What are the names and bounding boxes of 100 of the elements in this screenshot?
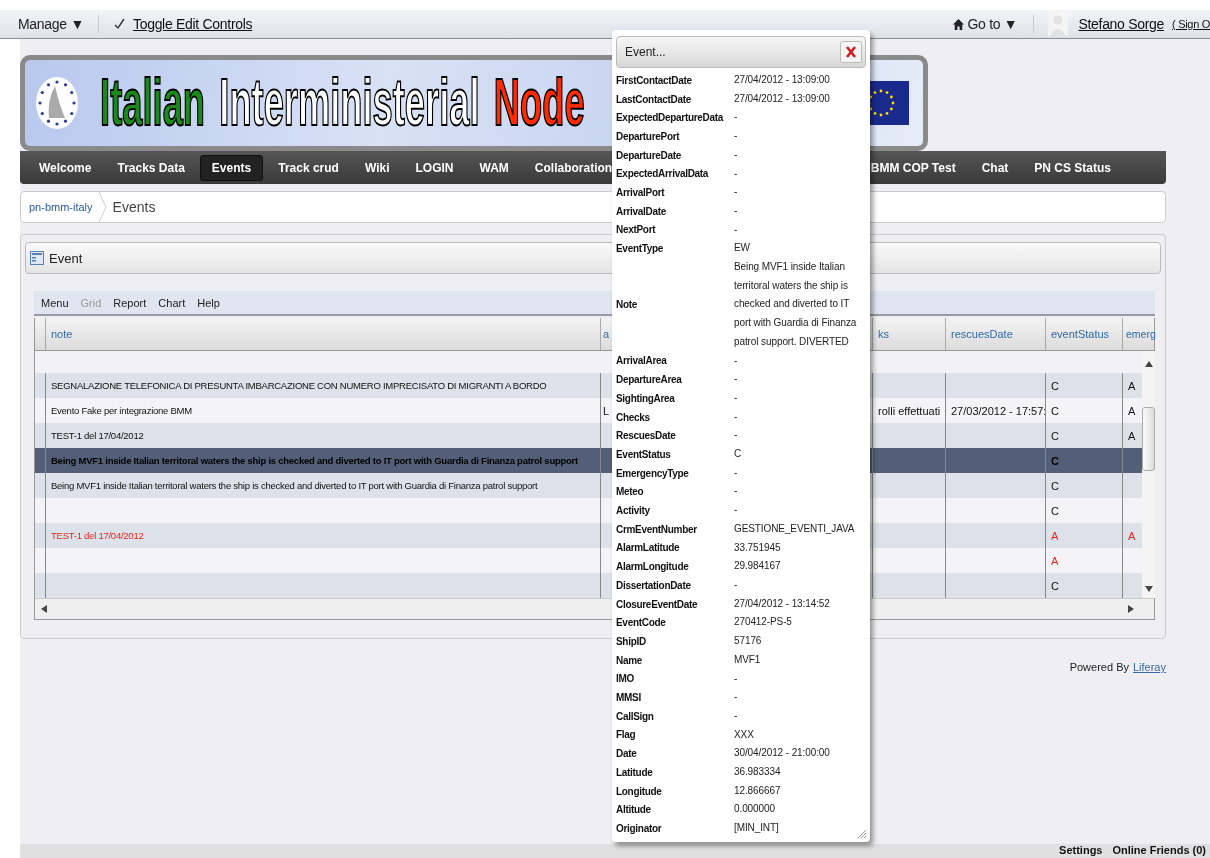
table-cell: 27/03/2012 - 17:57: bbox=[951, 404, 1045, 417]
nav-item[interactable]: Welcome bbox=[28, 155, 103, 180]
banner-title-word: Italian bbox=[99, 64, 206, 142]
toolbar-menu-item[interactable]: Help bbox=[197, 296, 220, 309]
table-cell: Being MVF1 inside Italian territoral waters the ship is checked and diverted to IT port with Guardia di Finanza patrol support bbox=[51, 455, 578, 466]
field-label: EventCode bbox=[616, 617, 667, 629]
field-label: ShipID bbox=[616, 635, 647, 647]
field-value: 12.866667 bbox=[734, 783, 782, 798]
table-cell: A bbox=[1128, 429, 1136, 442]
vertical-scrollbar[interactable] bbox=[1142, 351, 1155, 598]
go-to-menu[interactable]: Go to ▼ bbox=[967, 16, 1018, 32]
field-value: - bbox=[734, 578, 739, 592]
column-header[interactable]: rescuesDate bbox=[945, 318, 1045, 350]
nav-item[interactable]: PN CS Status bbox=[1023, 155, 1122, 180]
field-label: CrmEventNumber bbox=[616, 523, 698, 535]
field-value: [MIN_INT] bbox=[734, 821, 780, 836]
field-label: ClosureEventDate bbox=[616, 598, 699, 610]
breadcrumb-link[interactable]: pn-bmm-italy bbox=[29, 201, 93, 213]
user-name-link[interactable]: Stefano Sorge bbox=[1078, 16, 1165, 32]
sign-out-link[interactable]: ( Sign O bbox=[1172, 18, 1210, 30]
column-header[interactable]: ks bbox=[872, 318, 945, 350]
table-cell: Evento Fake per integrazione BMM bbox=[51, 405, 192, 416]
dock-button[interactable]: Settings bbox=[1059, 844, 1103, 858]
field-value: 27/04/2012 - 13:09:00 bbox=[734, 73, 831, 87]
close-button[interactable] bbox=[840, 41, 862, 63]
scroll-up-arrow-icon[interactable] bbox=[1144, 361, 1153, 367]
column-header[interactable]: emerg bbox=[1122, 318, 1156, 350]
nav-item[interactable]: Events bbox=[199, 154, 264, 181]
column-header[interactable]: note bbox=[45, 318, 600, 350]
field-label: Latitude bbox=[616, 766, 654, 778]
table-cell: A bbox=[1128, 529, 1136, 542]
field-value: - bbox=[734, 353, 739, 368]
powered-by-text: Powered By bbox=[1069, 661, 1129, 673]
field-label: Meteo bbox=[616, 486, 645, 498]
toolbar-menu-item[interactable]: Menu bbox=[41, 296, 69, 309]
field-value: - bbox=[734, 129, 739, 144]
field-value: EW bbox=[734, 241, 751, 256]
field-value: 27/04/2012 - 13:09:00 bbox=[734, 91, 831, 106]
field-value: - bbox=[734, 147, 739, 162]
field-label: Activity bbox=[616, 505, 651, 516]
field-label: IMO bbox=[616, 673, 635, 685]
field-value: GESTIONE_EVENTI_JAVA bbox=[734, 521, 856, 536]
dock-button[interactable]: Online Friends (0) bbox=[1112, 844, 1206, 858]
table-cell: A bbox=[1051, 529, 1059, 542]
column-header[interactable]: eventStatus bbox=[1045, 318, 1122, 350]
field-value: - bbox=[734, 503, 739, 518]
field-label: DepartureArea bbox=[616, 374, 683, 386]
table-cell: C bbox=[1051, 454, 1059, 467]
field-value: 0.000000 bbox=[734, 802, 776, 817]
field-label: DepartureDate bbox=[616, 149, 682, 161]
field-label: FirstContactDate bbox=[616, 74, 693, 86]
field-label: Originator bbox=[616, 822, 663, 834]
nav-item[interactable]: Tracks Data bbox=[106, 155, 196, 180]
table-cell: C bbox=[1051, 429, 1059, 442]
toolbar-menu-item[interactable]: Report bbox=[113, 296, 147, 309]
field-label: LastContactDate bbox=[616, 93, 692, 105]
table-cell: SEGNALAZIONE TELEFONICA DI PRESUNTA IMBARCAZIONE CON NUMERO IMPRECISATO DI MIGRANTI A BORDO bbox=[51, 380, 547, 391]
nav-item[interactable]: Wiki bbox=[353, 155, 401, 180]
table-cell: C bbox=[1051, 579, 1059, 592]
emblem-icon bbox=[35, 76, 79, 130]
field-value: Being MVF1 inside Italian territoral waters the ship is checked and diverted to IT port with Guardia di Finanza patrol support. DIVERTED bbox=[734, 260, 858, 349]
field-value: - bbox=[734, 484, 739, 499]
scroll-left-arrow-icon[interactable] bbox=[41, 605, 47, 613]
manage-menu[interactable]: Manage ▼ bbox=[18, 16, 84, 32]
nav-item[interactable]: Track crud bbox=[267, 155, 350, 180]
nav-item[interactable]: LOGIN bbox=[404, 155, 465, 180]
table-cell: C bbox=[1051, 379, 1059, 392]
field-value: - bbox=[734, 708, 739, 723]
toolbar-menu-item[interactable]: Chart bbox=[158, 296, 186, 309]
field-value: 30/04/2012 - 21:00:00 bbox=[734, 746, 831, 761]
field-value: - bbox=[734, 671, 739, 686]
field-label: Longitude bbox=[616, 785, 663, 797]
field-value: - bbox=[734, 110, 739, 125]
table-cell: C bbox=[1051, 404, 1059, 417]
table-cell: Being MVF1 inside Italian territoral waters the ship is checked and diverted to IT port with Guardia di Finanza patrol support bbox=[51, 480, 538, 491]
field-value: - bbox=[734, 222, 739, 237]
liferay-link[interactable]: Liferay bbox=[1132, 661, 1166, 673]
nav-item[interactable]: Chat bbox=[970, 155, 1020, 180]
table-cell: C bbox=[1051, 479, 1059, 492]
table-cell: C bbox=[1051, 504, 1059, 517]
toggle-edit-controls-link[interactable]: Toggle Edit Controls bbox=[132, 16, 253, 32]
table-cell: L bbox=[603, 404, 610, 417]
checkbox[interactable] bbox=[112, 18, 125, 30]
table-cell: rolli effettuati bbox=[878, 404, 941, 417]
field-value: 29.984167 bbox=[734, 559, 782, 574]
field-value: MVF1 bbox=[734, 652, 762, 667]
field-label: ExpectedDepartureData bbox=[616, 112, 725, 124]
scroll-right-arrow-icon[interactable] bbox=[1128, 605, 1134, 613]
banner-title-word: Interministerial bbox=[218, 64, 481, 142]
breadcrumb-current: Events bbox=[112, 199, 156, 215]
resize-grip-icon[interactable] bbox=[858, 830, 866, 838]
nav-item[interactable]: WAM bbox=[468, 155, 520, 180]
portlet-title: Event bbox=[49, 250, 83, 266]
table-cell: TEST-1 del 17/04/2012 bbox=[51, 430, 144, 441]
scroll-down-arrow-icon[interactable] bbox=[1144, 586, 1153, 592]
field-label: RescuesDate bbox=[616, 430, 677, 442]
field-value: - bbox=[734, 409, 739, 424]
field-label: Checks bbox=[616, 411, 651, 423]
close-icon bbox=[846, 46, 856, 58]
field-label: DeparturePort bbox=[616, 130, 681, 142]
